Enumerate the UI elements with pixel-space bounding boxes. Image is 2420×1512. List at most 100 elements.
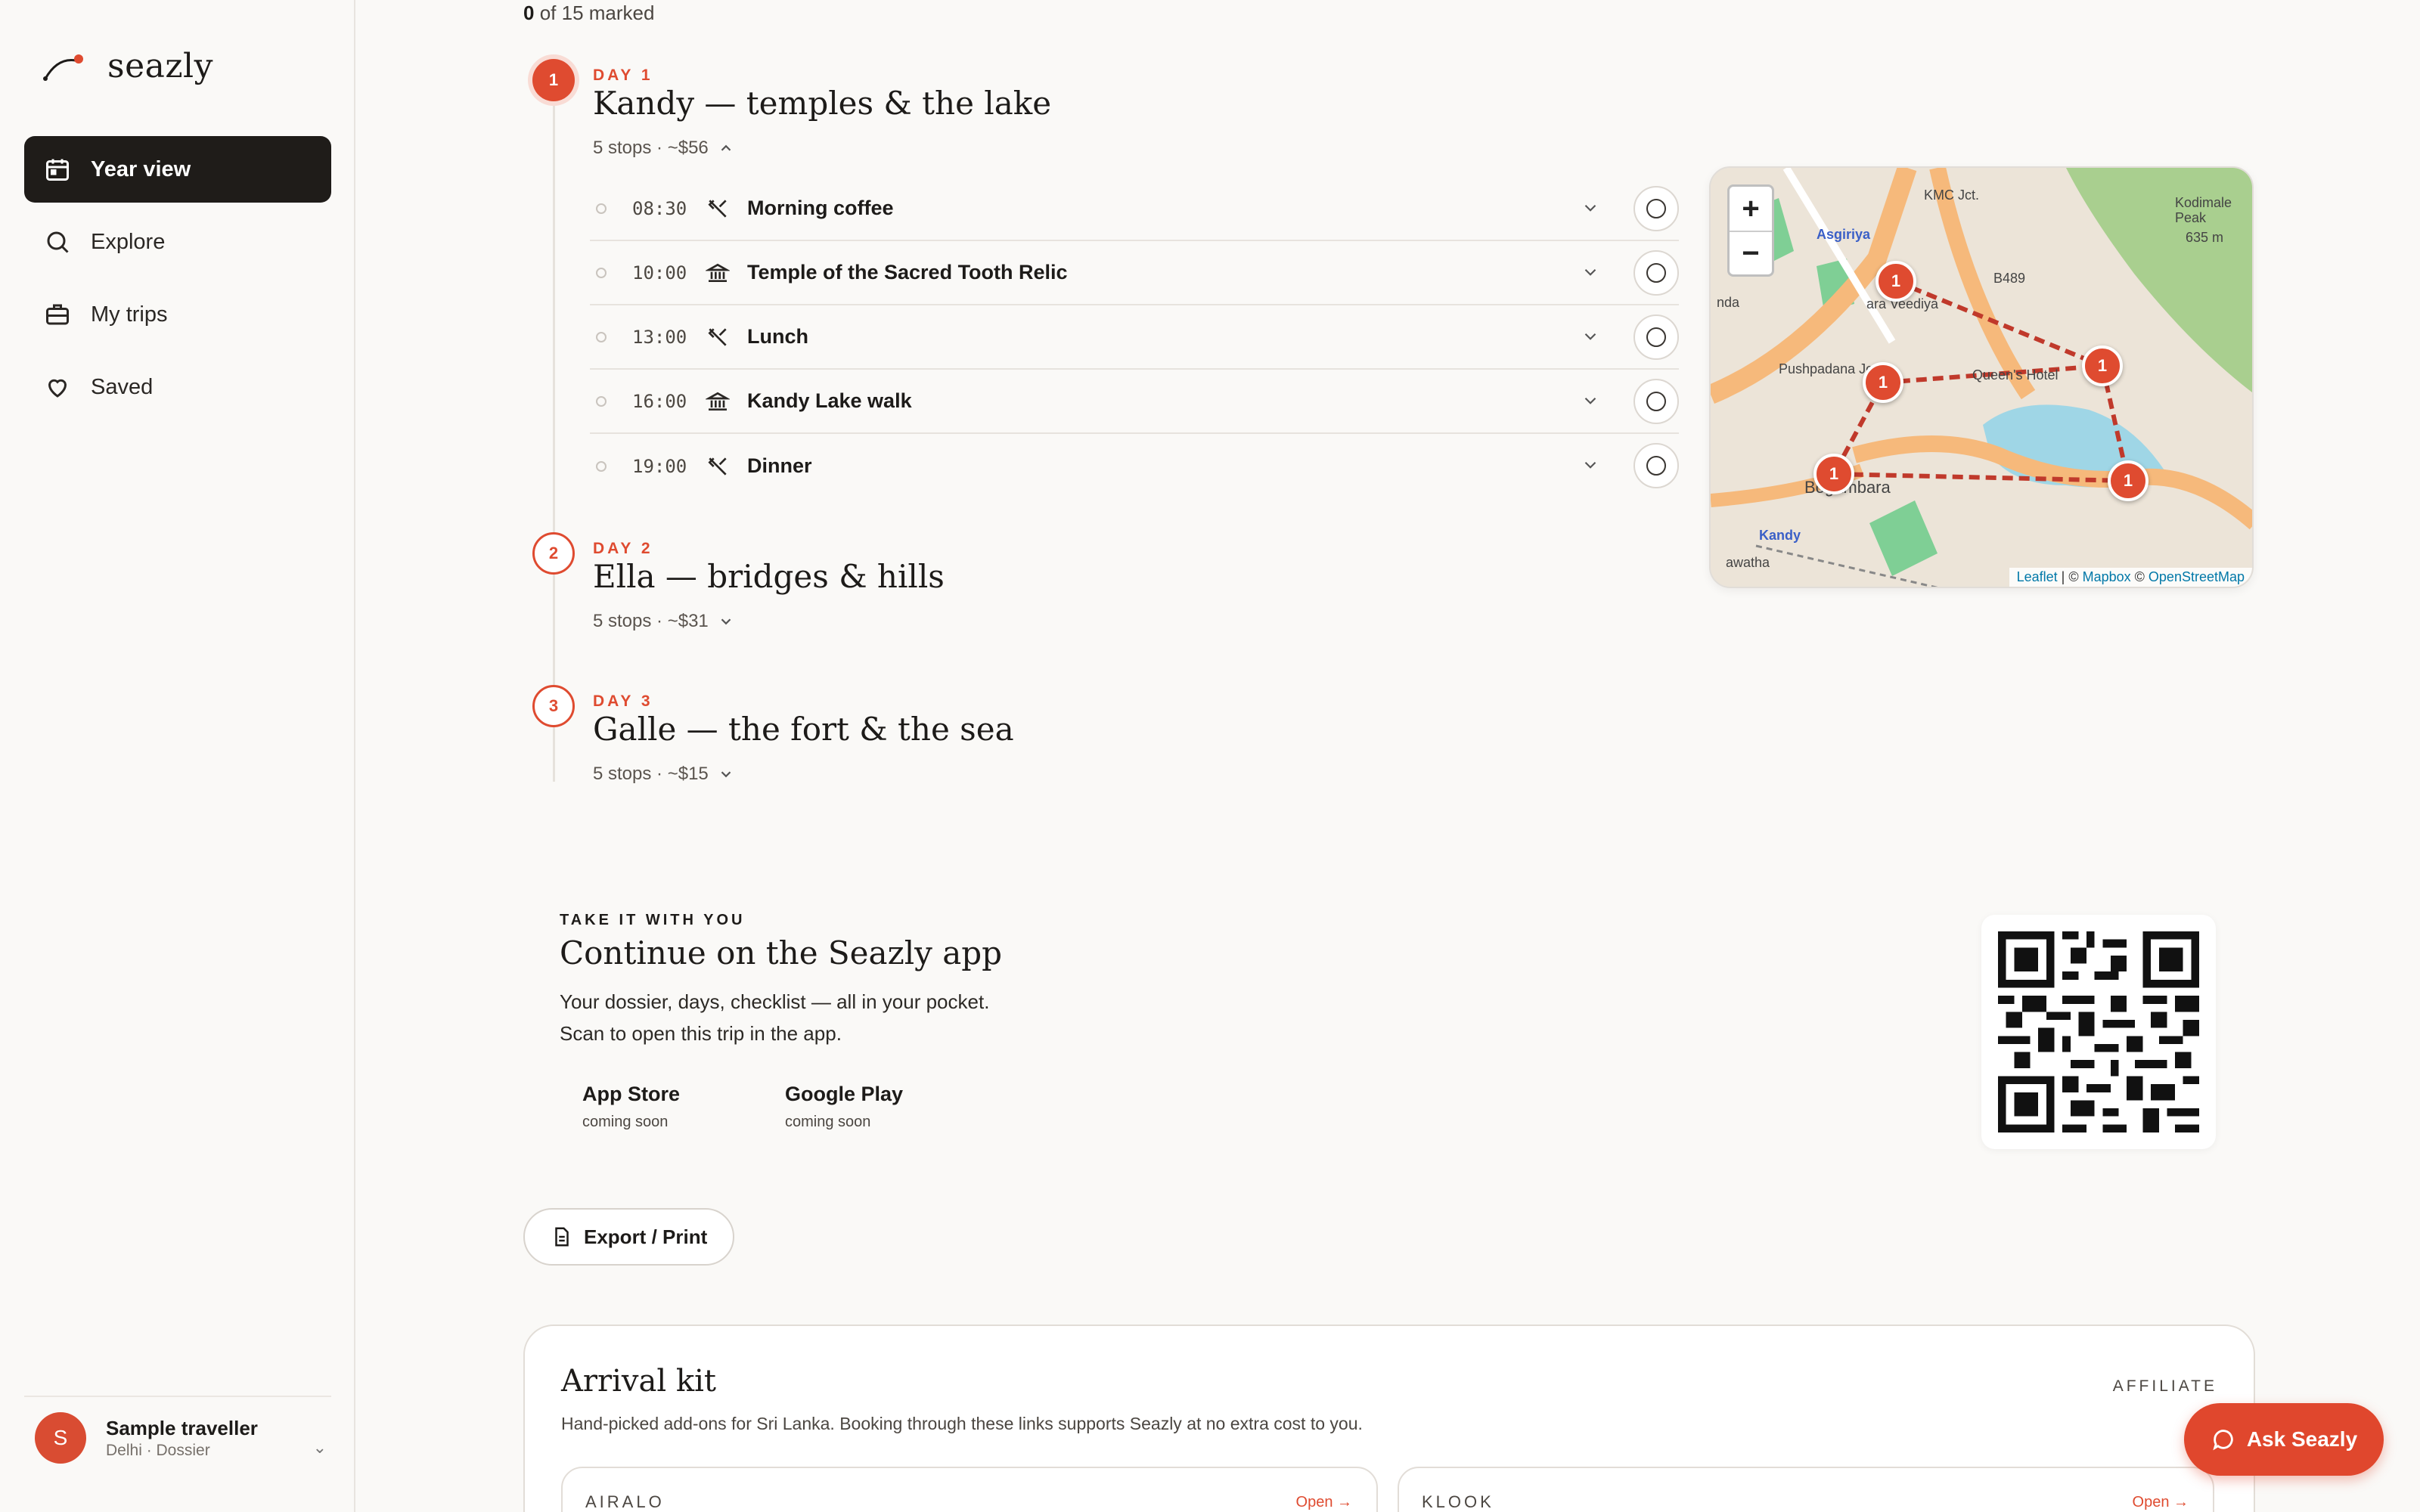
- store-name: App Store: [582, 1083, 681, 1105]
- day-1-marker: 1: [532, 59, 575, 101]
- stop-checkbox[interactable]: [1634, 443, 1679, 488]
- store-status: coming soon: [785, 1114, 871, 1130]
- stop-time: 19:00: [632, 455, 687, 477]
- chevron-down-icon[interactable]: [1581, 327, 1600, 346]
- mapbox-link[interactable]: Mapbox: [2083, 569, 2131, 584]
- day-2-marker: 2: [532, 532, 575, 575]
- map-label: Asgiriya: [1817, 227, 1871, 242]
- sidebar-nav: Year view Explore My trips Saved: [24, 136, 331, 426]
- brand-name: seazly: [107, 47, 213, 85]
- osm-link[interactable]: OpenStreetMap: [2149, 569, 2245, 584]
- user-subtitle: Delhi · Dossier: [106, 1441, 210, 1459]
- day-1-summary[interactable]: 5 stops · ~$56: [593, 138, 734, 159]
- stop-row[interactable]: 10:00 Temple of the Sacred Tooth Relic: [590, 241, 1679, 305]
- promo-line: Scan to open this trip in the app.: [560, 1022, 842, 1045]
- export-print-button[interactable]: Export / Print: [523, 1208, 735, 1266]
- map-label: 635 m: [2186, 230, 2224, 245]
- chat-bubble-icon: [2213, 1430, 2233, 1451]
- utensils-icon: [705, 196, 731, 222]
- stop-row[interactable]: 16:00 Kandy Lake walk: [590, 370, 1679, 434]
- stop-row[interactable]: 13:00 Lunch: [590, 305, 1679, 370]
- partner-card-airalo[interactable]: AIRALO Open →: [561, 1467, 1378, 1512]
- sidebar-item-saved[interactable]: Saved: [24, 354, 331, 420]
- chevron-up-icon: [721, 144, 731, 151]
- timeline-line: [553, 101, 555, 782]
- stop-name: Temple of the Sacred Tooth Relic: [747, 261, 1068, 284]
- stop-checkbox[interactable]: [1634, 186, 1679, 231]
- day-3-title[interactable]: Galle — the fort & the sea: [593, 711, 1014, 748]
- map-label: Kodimale Peak: [2175, 195, 2232, 225]
- map-zoom-control: + −: [1727, 184, 1774, 277]
- store-name: Google Play: [785, 1083, 904, 1105]
- utensils-icon: [705, 324, 731, 350]
- partner-card-klook[interactable]: KLOOK Open →: [1398, 1467, 2214, 1512]
- stop-dot: [596, 203, 607, 214]
- map-label: awatha: [1726, 555, 1770, 570]
- sidebar-item-explore[interactable]: Explore: [24, 209, 331, 275]
- qr-code: [1981, 915, 2216, 1149]
- stop-time: 13:00: [632, 326, 687, 348]
- map-marker[interactable]: 1: [1876, 261, 1916, 302]
- day-2-summary[interactable]: 5 stops · ~$31: [593, 611, 734, 632]
- landmark-icon: [705, 260, 731, 286]
- promo-body: Your dossier, days, checklist — all in y…: [560, 986, 989, 1049]
- day-1-stops: 08:30 Morning coffee 10:00 Temple of the…: [590, 177, 1679, 498]
- sidebar-item-my-trips[interactable]: My trips: [24, 281, 331, 348]
- stop-row[interactable]: 19:00 Dinner: [590, 434, 1679, 498]
- map-marker[interactable]: 1: [2108, 460, 2149, 501]
- stop-checkbox[interactable]: [1634, 250, 1679, 296]
- ask-seazly-button[interactable]: Ask Seazly: [2184, 1403, 2384, 1476]
- brand-logo[interactable]: seazly: [42, 47, 213, 85]
- chevron-down-icon[interactable]: [1581, 262, 1600, 282]
- map-marker[interactable]: 1: [2082, 345, 2123, 386]
- day-3-meta: 5 stops · ~$15: [593, 764, 709, 784]
- sidebar-item-label: Year view: [91, 156, 191, 181]
- briefcase-icon: [46, 304, 69, 325]
- stop-dot: [596, 267, 607, 278]
- day-3-marker: 3: [532, 685, 575, 727]
- stop-checkbox[interactable]: [1634, 379, 1679, 424]
- app-store-badge[interactable]: App Store coming soon: [582, 1083, 680, 1131]
- map-label: Queen's Hotel: [1972, 367, 2059, 383]
- google-play-badge[interactable]: Google Play coming soon: [785, 1083, 903, 1131]
- calendar-icon: [46, 159, 69, 181]
- promo-title: Continue on the Seazly app: [560, 934, 1003, 971]
- chevron-down-icon[interactable]: [1581, 391, 1600, 411]
- day-map[interactable]: + − KMC Jct. Asgiriya B489 Pushpadana Jc…: [1709, 166, 2254, 588]
- affiliate-tag: AFFILIATE: [2112, 1377, 2217, 1395]
- day-1-meta: 5 stops · ~$56: [593, 138, 709, 158]
- sidebar: seazly Year view Explore My trips Saved …: [0, 0, 355, 1512]
- stop-name: Lunch: [747, 325, 808, 348]
- day-1-label: DAY 1: [593, 67, 653, 84]
- user-menu[interactable]: S Sample traveller Delhi · Dossier ⌄: [24, 1396, 331, 1464]
- qr-code-image: [1998, 931, 2199, 1132]
- partner-open-link[interactable]: Open →: [2133, 1494, 2189, 1511]
- store-status: coming soon: [582, 1114, 669, 1130]
- day-3-summary[interactable]: 5 stops · ~$15: [593, 764, 734, 785]
- arrival-kit-title: Arrival kit: [561, 1364, 716, 1399]
- stop-time: 10:00: [632, 262, 687, 284]
- map-marker[interactable]: 1: [1813, 454, 1854, 494]
- chevron-down-icon[interactable]: [1581, 198, 1600, 218]
- attribution-separator: ©: [2130, 569, 2149, 584]
- map-marker[interactable]: 1: [1863, 362, 1903, 403]
- day-2-meta: 5 stops · ~$31: [593, 611, 709, 631]
- document-icon: [555, 1227, 569, 1247]
- zoom-out-button[interactable]: −: [1730, 231, 1772, 274]
- export-label: Export / Print: [584, 1225, 708, 1248]
- partner-open-link[interactable]: Open →: [1296, 1494, 1352, 1511]
- stop-checkbox[interactable]: [1634, 314, 1679, 360]
- day-1-title[interactable]: Kandy — temples & the lake: [593, 85, 1051, 122]
- sidebar-item-year-view[interactable]: Year view: [24, 136, 331, 203]
- partner-name: AIRALO: [585, 1492, 665, 1511]
- chevron-down-icon: [721, 618, 731, 625]
- leaflet-link[interactable]: Leaflet: [2017, 569, 2058, 584]
- day-2-title[interactable]: Ella — bridges & hills: [593, 558, 945, 595]
- stop-dot: [596, 395, 607, 407]
- stop-row[interactable]: 08:30 Morning coffee: [590, 177, 1679, 241]
- sidebar-item-label: Explore: [91, 229, 166, 254]
- zoom-in-button[interactable]: +: [1730, 187, 1772, 231]
- chevron-down-icon[interactable]: [1581, 455, 1600, 475]
- arrival-kit-description: Hand-picked add-ons for Sri Lanka. Booki…: [561, 1414, 1363, 1433]
- main-content: 0 of 15 marked 1 DAY 1 Kandy — temples &…: [355, 0, 2420, 1512]
